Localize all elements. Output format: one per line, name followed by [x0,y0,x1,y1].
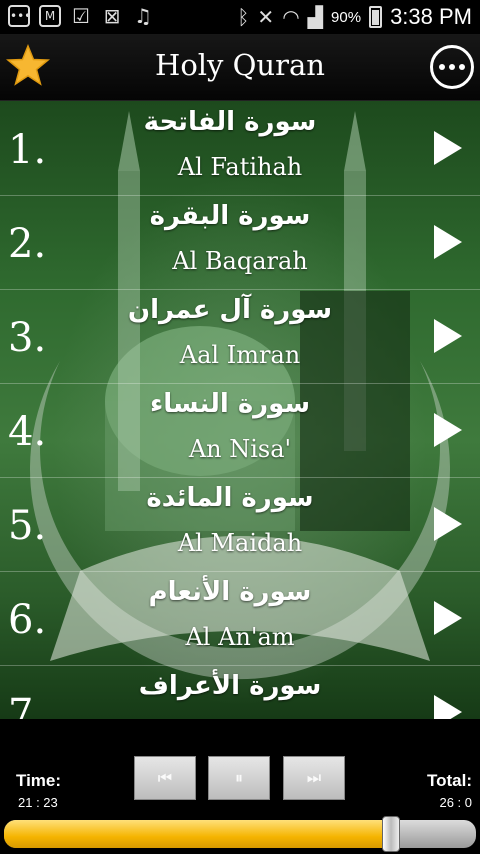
surah-number: 7. [8,691,47,719]
bluetooth-icon: ᛒ [237,5,250,29]
page-title: Holy Quran [155,48,325,82]
surah-arabic-name: سورة الأعراف [138,671,322,701]
surah-arabic-name: سورة آل عمران [127,295,333,325]
play-icon[interactable] [434,507,462,541]
play-icon[interactable] [434,413,462,447]
surah-name: Aal Imran [179,341,301,369]
elapsed-time: 21 : 23 [18,795,58,810]
surah-number: 3. [8,315,47,361]
wifi-icon: ◠ [282,5,300,29]
task-icon: ☑ [72,4,90,28]
gmail-icon: M [39,5,61,27]
audio-player: Time: 21 : 23 ⏮ ⏸ ⏭ Total: 26 : 0 [0,719,480,854]
surah-row[interactable]: 3. سورة آل عمران Aal Imran [0,289,480,384]
status-bar: ••• M ☑ ⊠ ♫ ᛒ ✕ ◠ ▟ 90% 3:38 PM [0,0,480,34]
surah-name: Al Fatihah [177,153,303,181]
more-options-button[interactable] [430,45,474,89]
clock: 3:38 PM [390,4,472,29]
surah-arabic-name: سورة المائدة [146,483,314,513]
surah-name: Al Maidah [177,529,303,557]
surah-arabic-name: سورة البقرة [149,201,311,231]
play-icon[interactable] [434,695,462,719]
battery-percent: 90% [331,8,362,26]
next-button[interactable]: ⏭ [283,756,345,800]
surah-number: 6. [8,597,47,643]
pause-button[interactable]: ⏸ [208,756,270,800]
previous-button[interactable]: ⏮ [134,756,196,800]
mute-icon: ✕ [257,5,275,29]
play-icon[interactable] [434,225,462,259]
total-label: Total: [426,771,472,790]
time-label: Time: [16,771,62,790]
surah-number: 2. [8,221,47,267]
surah-name: An Nisa' [188,435,292,463]
surah-row[interactable]: 7. سورة الأعراف [0,665,480,719]
surah-name: Al An'am [185,623,295,651]
blocked-icon: ⊠ [103,4,121,28]
surah-row[interactable]: 4. سورة النساء An Nisa' [0,383,480,478]
surah-number: 5. [8,503,47,549]
more-icon [439,64,445,70]
surah-row[interactable]: 6. سورة الأنعام Al An'am [0,571,480,666]
surah-row[interactable]: 2. سورة البقرة Al Baqarah [0,195,480,290]
surah-name: Al Baqarah [172,247,308,275]
play-icon[interactable] [434,601,462,635]
progress-fill [4,820,392,848]
total-time: 26 : 0 [439,795,472,810]
messages-icon: ••• [8,5,31,27]
headphones-icon: ♫ [134,4,152,28]
surah-arabic-name: سورة النساء [149,389,311,419]
surah-row[interactable]: 1. سورة الفاتحة Al Fatihah [0,101,480,196]
surah-row[interactable]: 5. سورة المائدة Al Maidah [0,477,480,572]
signal-icon: ▟ [307,5,324,29]
progress-bar[interactable] [4,820,476,848]
battery-charging-icon [369,6,383,28]
play-icon[interactable] [434,319,462,353]
play-icon[interactable] [434,131,462,165]
surah-list[interactable]: 1. سورة الفاتحة Al Fatihah 2. سورة البقرة Al … [0,101,480,719]
progress-thumb[interactable] [382,816,401,852]
surah-number: 4. [8,409,47,455]
surah-arabic-name: سورة الفاتحة [143,107,317,137]
surah-arabic-name: سورة الأنعام [148,577,312,607]
app-header: Holy Quran [0,34,480,102]
surah-number: 1. [8,127,47,173]
